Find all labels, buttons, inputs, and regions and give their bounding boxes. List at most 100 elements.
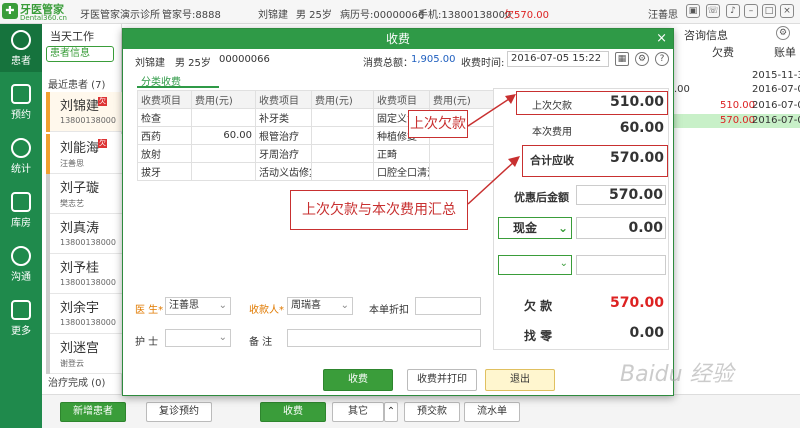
calendar-icon (11, 84, 31, 104)
item-fee-input[interactable] (191, 162, 256, 181)
close-icon[interactable]: × (656, 31, 667, 47)
patient-name: 刘锦建 (60, 99, 100, 114)
patient-item[interactable]: 刘迷宫 谢登云 (46, 334, 122, 374)
calculator-icon[interactable]: ▦ (615, 52, 629, 66)
payment-amount-input[interactable]: 0.00 (576, 217, 666, 239)
help-icon[interactable]: ? (655, 52, 669, 66)
item-fee-input[interactable] (311, 126, 374, 145)
bill-debt: 510.00 (720, 100, 755, 111)
patient-item[interactable]: 刘能海 欠 汪善思 (46, 134, 122, 174)
dialog-record-no: 00000066 (219, 54, 270, 65)
item-fee-input[interactable] (429, 144, 494, 163)
after-discount-input[interactable]: 570.00 (576, 185, 666, 205)
nav-patient[interactable]: 患者 (0, 24, 42, 72)
discount-input[interactable] (415, 297, 481, 315)
exit-button[interactable]: 退出 (485, 369, 555, 391)
close-icon[interactable]: × (780, 4, 794, 18)
bottom-toolbar: 新增患者 复诊预约 收费 其它 ⌃ 预交款 流水单 (42, 394, 800, 428)
patient-sub: 汪善思 (60, 159, 84, 168)
last-debt-value: 510.00 (609, 94, 664, 110)
tab-consult-info[interactable]: 咨询信息 (684, 27, 728, 43)
bill-date: 2016-07-0 (752, 84, 800, 95)
item-fee-input[interactable] (311, 162, 374, 181)
col-debt: 欠费 (712, 46, 734, 59)
topbar-debt: 欠570.00 (504, 10, 549, 21)
table-row: 拔牙 活动义齿修复 口腔全口清洁 (137, 162, 494, 181)
group-treatment-done[interactable]: 治疗完成 (0) (48, 374, 105, 389)
gear-icon[interactable]: ⚙ (776, 26, 790, 40)
phone-icon[interactable]: ☏ (706, 4, 720, 18)
payment-amount-input-2[interactable] (576, 255, 666, 275)
maximize-icon[interactable]: □ (762, 4, 776, 18)
bill-date: 2016-07-0 (752, 100, 800, 111)
patient-name: 刘迷宫 (60, 341, 100, 356)
item-fee-input[interactable] (311, 144, 374, 163)
chevron-down-icon: ⌄ (559, 258, 568, 269)
patient-sub: 13800138000 (60, 238, 116, 247)
item-name: 活动义齿修复 (255, 162, 312, 181)
charge-time-label: 收费时间: (461, 58, 505, 69)
lock-icon[interactable]: ▣ (686, 4, 700, 18)
nav-more[interactable]: 更多 (0, 294, 42, 342)
patient-item[interactable]: 刘子璇 樊志艺 (46, 174, 122, 214)
header-cell: 收费项目 (373, 90, 430, 109)
item-fee-input[interactable] (191, 108, 256, 127)
cashier-select[interactable]: 周瑞喜 ⌄ (287, 297, 353, 315)
charge-and-print-button[interactable]: 收费并打印 (407, 369, 477, 391)
item-fee-input[interactable] (191, 144, 256, 163)
doctor-select[interactable]: 汪善思 ⌄ (165, 297, 231, 315)
nurse-select[interactable]: ⌄ (165, 329, 231, 347)
tab-today-work[interactable]: 当天工作 (50, 28, 94, 44)
header-cell: 费用(元) (429, 90, 494, 109)
cashier-label: 收款人* (249, 305, 284, 316)
chevron-down-icon: ⌄ (218, 332, 227, 343)
patient-name: 刘子璇 (60, 181, 100, 196)
settings-icon[interactable]: ⚙ (635, 52, 649, 66)
bill-button[interactable]: 流水单 (464, 402, 520, 422)
other-button[interactable]: 其它 (332, 402, 384, 422)
this-fee-label: 本次费用 (532, 127, 572, 138)
item-name: 拔牙 (137, 162, 192, 181)
item-name: 西药 (137, 126, 192, 145)
note-input[interactable] (287, 329, 481, 347)
revisit-appointment-button[interactable]: 复诊预约 (146, 402, 212, 422)
patient-info-select[interactable]: 患者信息 (46, 46, 114, 62)
item-name: 口腔全口清洁 (373, 162, 430, 181)
dialog-sex-age: 男 25岁 (175, 58, 211, 69)
status-bar (46, 334, 50, 374)
prepay-button[interactable]: 预交款 (404, 402, 460, 422)
nav-statistics[interactable]: 统计 (0, 132, 42, 180)
tab-underline (137, 86, 219, 88)
item-name: 牙周治疗 (255, 144, 312, 163)
item-fee-input[interactable] (429, 162, 494, 181)
topbar-sex-age: 男 25岁 (296, 10, 332, 21)
patient-item[interactable]: 刘予桂 13800138000 (46, 254, 122, 294)
patient-name: 刘真涛 (60, 221, 100, 236)
header-cell: 费用(元) (311, 90, 374, 109)
patient-item[interactable]: 刘锦建 欠 13800138000 (46, 92, 122, 132)
item-fee-input[interactable] (311, 108, 374, 127)
charge-button[interactable]: 收费 (260, 402, 326, 422)
notification-icon[interactable]: ♪ (726, 4, 740, 18)
patient-name: 刘予桂 (60, 261, 100, 276)
new-patient-button[interactable]: 新增患者 (60, 402, 126, 422)
nav-warehouse[interactable]: 库房 (0, 186, 42, 234)
group-recent-patients[interactable]: 最近患者 (7) (48, 76, 105, 91)
current-user[interactable]: 汪善思 (648, 6, 678, 21)
confirm-charge-button[interactable]: 收费 (323, 369, 393, 391)
total-due-label: 合计应收 (530, 154, 574, 167)
item-fee-input[interactable]: 60.00 (191, 126, 256, 145)
chevron-up-icon[interactable]: ⌃ (384, 402, 398, 422)
patient-sub: 樊志艺 (60, 199, 84, 208)
payment-method-select[interactable]: 现金 ⌄ (498, 217, 572, 239)
charge-time-input[interactable]: 2016-07-05 15:22 (507, 51, 609, 67)
patient-item[interactable]: 刘余宇 13800138000 (46, 294, 122, 334)
logo-subtitle: Dental360.cn (20, 14, 67, 22)
nav-communication[interactable]: 沟通 (0, 240, 42, 288)
status-bar (46, 174, 50, 214)
patient-item[interactable]: 刘真涛 13800138000 (46, 214, 122, 254)
minimize-icon[interactable]: – (744, 4, 758, 18)
arrears-label: 欠 款 (524, 299, 553, 313)
payment-method-select-2[interactable]: ⌄ (498, 255, 572, 275)
nav-appointment[interactable]: 预约 (0, 78, 42, 126)
